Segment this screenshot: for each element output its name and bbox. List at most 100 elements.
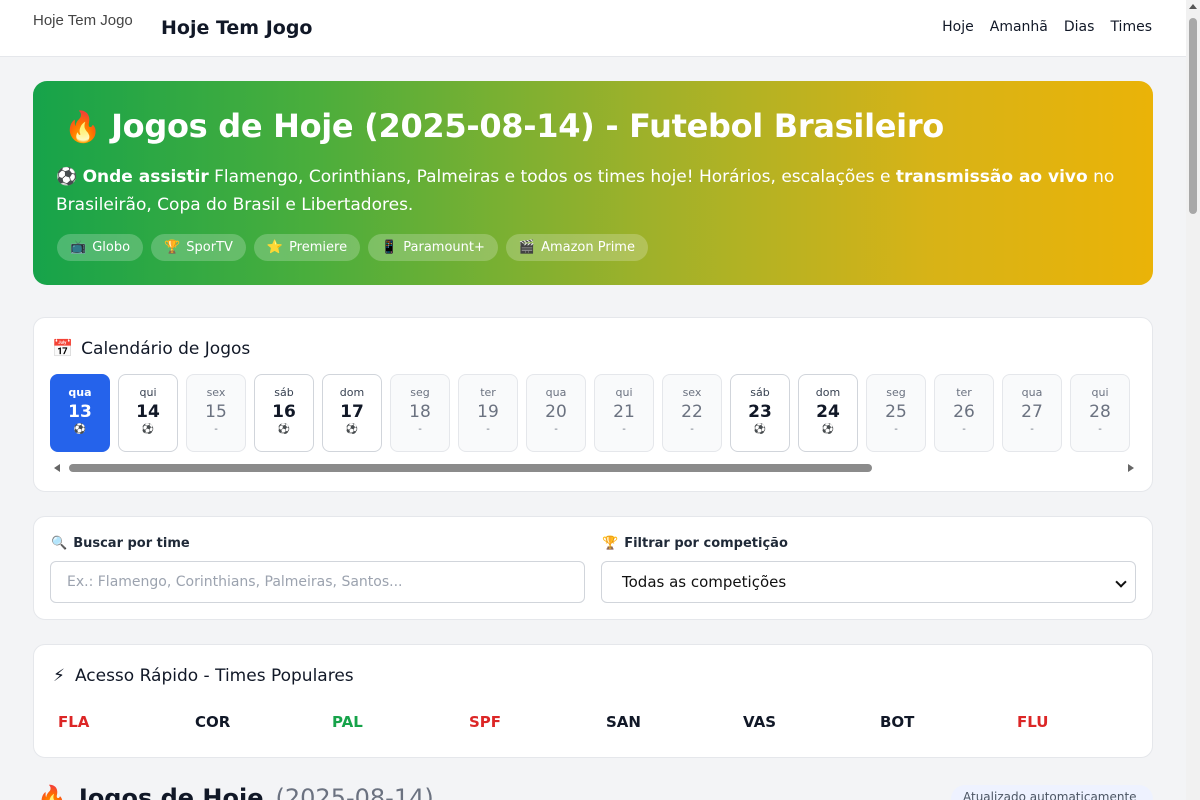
main-nav: Hoje Amanhã Dias Times [942, 19, 1152, 35]
soccer-ball-icon: ⚽ [56, 167, 78, 187]
calendar-day[interactable]: ter 19 - [458, 374, 518, 452]
team-link-spf[interactable]: SPF [469, 713, 606, 731]
today-games-heading: 🔥 Jogos de Hoje (2025-08-14) [37, 784, 434, 800]
calendar-day[interactable]: qua 20 - [526, 374, 586, 452]
calendar-day-weekday: ter [956, 386, 972, 399]
calendar-scrollbar-thumb[interactable] [69, 464, 872, 472]
channel-chip-label: Amazon Prime [541, 240, 635, 255]
no-games-marker: - [622, 424, 626, 435]
quick-access-card: ⚡ Acesso Rápido - Times Populares FLA COR… [33, 644, 1153, 758]
channel-chip-paramount[interactable]: 📱 Paramount+ [368, 234, 498, 261]
calendar-day-number: 28 [1089, 402, 1111, 422]
team-link-vas[interactable]: VAS [743, 713, 880, 731]
calendar-day-number: 19 [477, 402, 499, 422]
calendar-day-number: 13 [68, 402, 92, 422]
no-games-marker: - [418, 424, 422, 435]
calendar-day[interactable]: seg 18 - [390, 374, 450, 452]
no-games-marker: - [554, 424, 558, 435]
channel-chip-globo[interactable]: 📺 Globo [57, 234, 144, 261]
logo-image[interactable]: Hoje Tem Jogo [33, 12, 133, 29]
calendar-day[interactable]: ter 26 - [934, 374, 994, 452]
team-search-input[interactable] [50, 561, 585, 603]
soccer-ball-icon: ⚽ [277, 424, 291, 435]
calendar-day[interactable]: qui 21 - [594, 374, 654, 452]
mobile-phone-icon: 📱 [381, 240, 398, 255]
no-games-marker: - [690, 424, 694, 435]
soccer-ball-icon: ⚽ [141, 424, 155, 435]
page-scrollbar-thumb[interactable] [1189, 18, 1197, 214]
channel-chip-amazon-prime[interactable]: 🎬 Amazon Prime [505, 234, 648, 261]
today-games-title: Jogos de Hoje [78, 784, 264, 800]
nav-link-hoje[interactable]: Hoje [942, 19, 974, 35]
calendar-day-number: 20 [545, 402, 567, 422]
calendar-day-weekday: qua [545, 386, 567, 399]
calendar-day-number: 27 [1021, 402, 1043, 422]
hero-desc-bold-1: Onde assistir [82, 167, 209, 187]
calendar-day[interactable]: sex 15 - [186, 374, 246, 452]
no-games-marker: - [962, 424, 966, 435]
hero-banner: 🔥 Jogos de Hoje (2025-08-14) - Futebol Br… [33, 81, 1153, 285]
calendar-day-number: 24 [816, 402, 840, 422]
team-link-flu[interactable]: FLU [1017, 713, 1154, 731]
brand-name[interactable]: Hoje Tem Jogo [161, 17, 312, 39]
competition-select-value: Todas as competições [622, 573, 787, 591]
channel-chips: 📺 Globo 🏆 SporTV ⭐ Premiere 📱 Paramount+ 🎬 Am… [57, 234, 648, 261]
scroll-right-arrow-icon[interactable] [1128, 464, 1134, 472]
nav-link-times[interactable]: Times [1110, 19, 1152, 35]
magnifier-icon: 🔍 [51, 536, 68, 551]
nav-link-dias[interactable]: Dias [1064, 19, 1095, 35]
calendar-day-number: 14 [136, 402, 160, 422]
top-navbar: Hoje Tem Jogo Hoje Tem Jogo Hoje Amanhã … [0, 0, 1186, 57]
team-link-bot[interactable]: BOT [880, 713, 1017, 731]
calendar-day-number: 21 [613, 402, 635, 422]
team-link-fla[interactable]: FLA [58, 713, 195, 731]
scroll-up-arrow-icon[interactable] [1189, 4, 1197, 9]
calendar-title: 📅 Calendário de Jogos [52, 339, 250, 359]
calendar-day-weekday: sáb [750, 386, 770, 399]
team-link-san[interactable]: SAN [606, 713, 743, 731]
calendar-day[interactable]: dom 24 ⚽ [798, 374, 858, 452]
no-games-marker: - [214, 424, 218, 435]
channel-chip-premiere[interactable]: ⭐ Premiere [253, 234, 361, 261]
auto-updated-badge: Atualizado automaticamente [951, 785, 1153, 800]
calendar-day-number: 17 [340, 402, 364, 422]
calendar-day-weekday: seg [410, 386, 430, 399]
calendar-day-weekday: dom [339, 386, 365, 399]
calendar-day[interactable]: qua 13 ⚽ [50, 374, 110, 452]
soccer-ball-icon: ⚽ [821, 424, 835, 435]
page-scrollbar[interactable] [1186, 0, 1200, 800]
calendar-day-weekday: qui [139, 386, 157, 399]
calendar-day-weekday: sáb [274, 386, 294, 399]
calendar-day[interactable]: sex 22 - [662, 374, 722, 452]
hero-title: 🔥 Jogos de Hoje (2025-08-14) - Futebol Br… [64, 107, 944, 145]
calendar-day[interactable]: sáb 23 ⚽ [730, 374, 790, 452]
clapperboard-icon: 🎬 [518, 240, 536, 255]
calendar-day[interactable]: qui 28 - [1070, 374, 1130, 452]
calendar-day-weekday: qui [615, 386, 633, 399]
scroll-left-arrow-icon[interactable] [54, 464, 60, 472]
calendar-day-weekday: ter [480, 386, 496, 399]
team-link-cor[interactable]: COR [195, 713, 332, 731]
calendar-day[interactable]: qua 27 - [1002, 374, 1062, 452]
calendar-scrollbar[interactable] [52, 461, 1136, 475]
calendar-day[interactable]: dom 17 ⚽ [322, 374, 382, 452]
channel-chip-sportv[interactable]: 🏆 SporTV [151, 234, 246, 261]
popular-teams: FLA COR PAL SPF SAN VAS BOT FLU [58, 713, 1154, 731]
calendar-day[interactable]: sáb 16 ⚽ [254, 374, 314, 452]
fire-icon: 🔥 [64, 110, 102, 145]
no-games-marker: - [1030, 424, 1034, 435]
calendar-day-weekday: sex [206, 386, 226, 399]
star-icon: ⭐ [266, 240, 284, 255]
competition-select[interactable]: Todas as competições [601, 561, 1136, 603]
competition-label-text: Filtrar por competição [624, 536, 788, 551]
calendar-day-number: 25 [885, 402, 907, 422]
search-label: 🔍 Buscar por time [51, 536, 190, 551]
channel-chip-label: Paramount+ [403, 240, 485, 255]
team-link-pal[interactable]: PAL [332, 713, 469, 731]
nav-link-amanha[interactable]: Amanhã [990, 19, 1048, 35]
calendar-day[interactable]: seg 25 - [866, 374, 926, 452]
calendar-day[interactable]: qui 14 ⚽ [118, 374, 178, 452]
calendar-icon: 📅 [52, 339, 74, 359]
channel-chip-label: Globo [92, 240, 131, 255]
trophy-icon: 🏆 [602, 536, 619, 551]
